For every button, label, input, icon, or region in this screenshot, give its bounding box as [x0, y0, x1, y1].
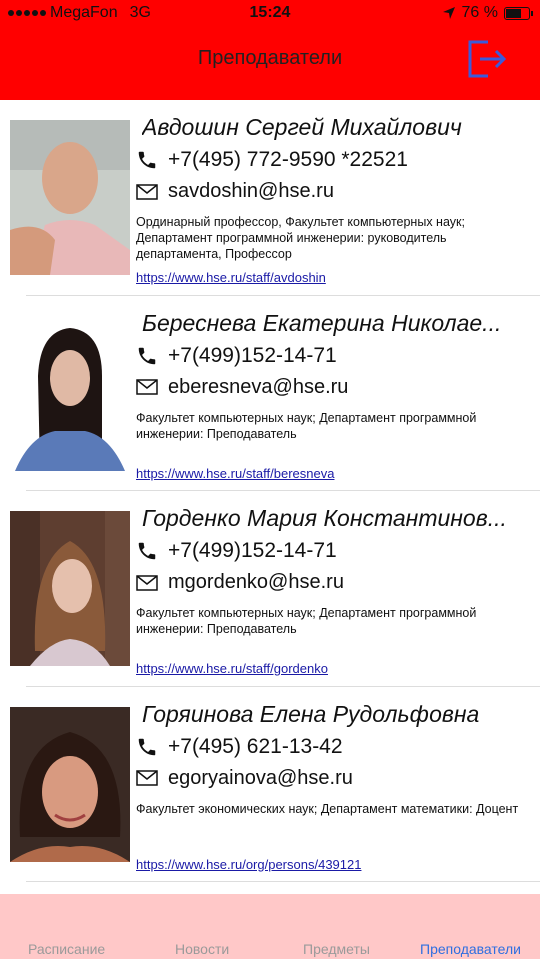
phone-number: +7(495) 621-13-42 [168, 734, 343, 758]
phone-icon [138, 542, 156, 560]
teacher-photo [10, 706, 130, 862]
tab-bar: Расписание Новости Предметы Преподавател… [0, 894, 540, 959]
email-address: egoryainova@hse.ru [168, 766, 353, 789]
teacher-list[interactable]: Авдошин Сергей Михайлович +7(495) 772-95… [0, 100, 540, 882]
teacher-photo [10, 120, 130, 275]
divider [26, 881, 540, 882]
teacher-description: Факультет экономических наук; Департамен… [136, 801, 519, 816]
teacher-name: Береснева Екатерина Николае... [142, 309, 502, 336]
teacher-card[interactable]: Береснева Екатерина Николае... +7(499)15… [0, 296, 540, 491]
teacher-phone[interactable]: +7(495) 772-9590 *22521 [136, 148, 408, 172]
phone-number: +7(499)152-14-71 [168, 539, 337, 562]
teacher-description: Факультет компьютерных наук; Департамент… [136, 410, 477, 441]
teacher-profile-link[interactable]: https://www.hse.ru/staff/gordenko [136, 661, 328, 676]
page-title: Преподаватели [197, 47, 343, 69]
phone-icon [138, 151, 156, 169]
teacher-description: Ординарный профессор, Факультет компьюте… [136, 215, 465, 261]
location-arrow-icon [442, 7, 455, 19]
phone-number: +7(499)152-14-71 [168, 343, 337, 367]
envelope-icon [136, 379, 158, 395]
teacher-description: Факультет компьютерных наук; Департамент… [136, 606, 477, 636]
phone-icon [138, 347, 156, 364]
email-address: savdoshin@hse.ru [168, 180, 334, 202]
teacher-email[interactable]: mgordenko@hse.ru [136, 571, 344, 594]
teacher-name: Авдошин Сергей Михайлович [142, 114, 462, 140]
tab-subjects[interactable]: Предметы [303, 941, 370, 957]
teacher-phone[interactable]: +7(499)152-14-71 [136, 539, 337, 563]
envelope-icon [136, 183, 158, 200]
teacher-card[interactable]: Горденко Мария Константинов... +7(499)15… [0, 491, 540, 687]
phone-icon [138, 738, 156, 755]
envelope-icon [136, 770, 158, 786]
teacher-phone[interactable]: +7(499)152-14-71 [136, 344, 337, 368]
teacher-name: Горденко Мария Константинов... [142, 505, 507, 531]
teacher-card[interactable]: Авдошин Сергей Михайлович +7(495) 772-95… [0, 100, 540, 296]
email-address: mgordenko@hse.ru [168, 571, 344, 593]
logout-icon [468, 40, 507, 78]
teacher-photo [10, 315, 130, 471]
battery-icon [504, 6, 533, 20]
teacher-email[interactable]: eberesneva@hse.ru [136, 376, 348, 399]
logout-button[interactable] [466, 40, 510, 78]
teacher-phone[interactable]: +7(495) 621-13-42 [136, 735, 343, 759]
email-address: eberesneva@hse.ru [168, 375, 349, 398]
teacher-email[interactable]: savdoshin@hse.ru [136, 180, 334, 203]
teacher-photo [10, 511, 130, 666]
tab-teachers[interactable]: Преподаватели [420, 941, 521, 957]
phone-number: +7(495) 772-9590 *22521 [168, 148, 408, 171]
top-bar: MegaFon 3G 15:24 76 % Преподаватели [0, 0, 540, 100]
teacher-profile-link[interactable]: https://www.hse.ru/staff/beresneva [136, 466, 334, 481]
teacher-profile-link[interactable]: https://www.hse.ru/org/persons/439121 [136, 857, 361, 872]
status-bar: MegaFon 3G 15:24 76 % [0, 0, 540, 26]
tab-schedule[interactable]: Расписание [28, 941, 105, 957]
envelope-icon [136, 574, 158, 591]
teacher-profile-link[interactable]: https://www.hse.ru/staff/avdoshin [136, 270, 326, 285]
tab-news[interactable]: Новости [175, 941, 229, 957]
teacher-name: Горяинова Елена Рудольфовна [142, 700, 480, 727]
teacher-email[interactable]: egoryainova@hse.ru [136, 767, 353, 790]
battery-percent: 76 % [461, 4, 498, 21]
teacher-card[interactable]: Горяинова Елена Рудольфовна +7(495) 621-… [0, 687, 540, 882]
